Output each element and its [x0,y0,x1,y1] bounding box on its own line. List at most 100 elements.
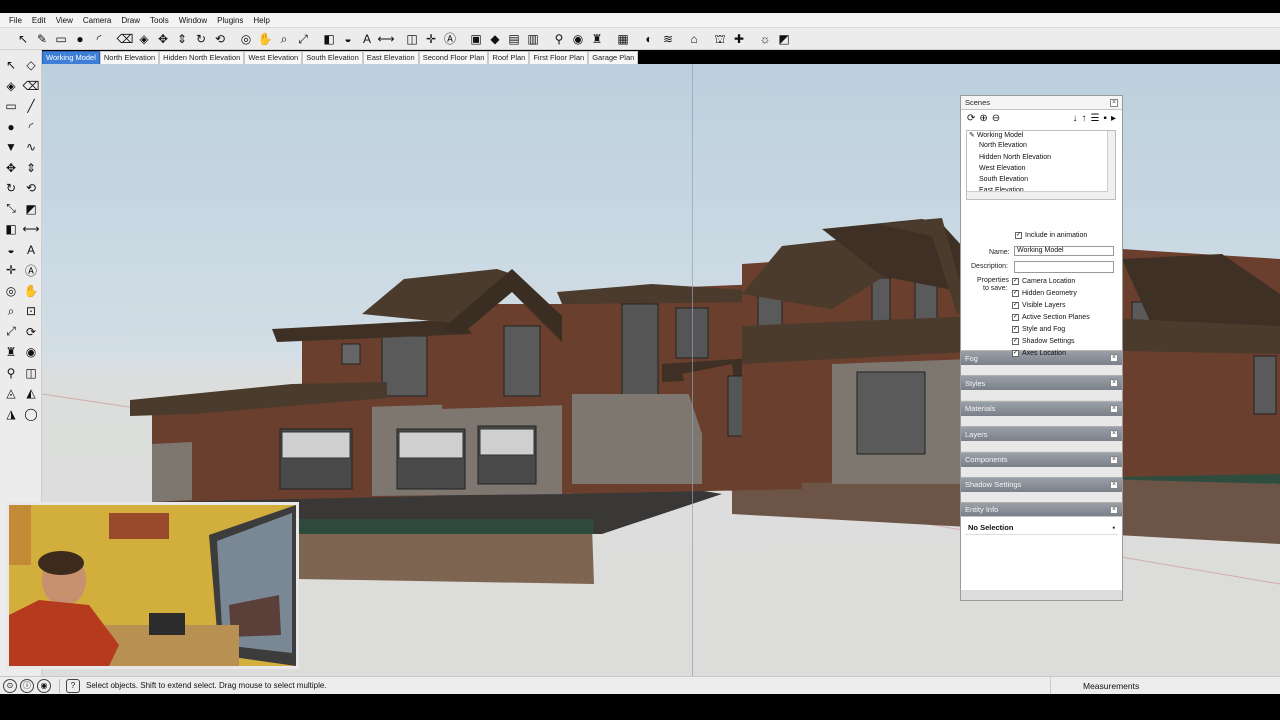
warehouse-icon[interactable]: ⛫ [711,30,729,48]
help-icon[interactable]: ? [66,678,80,693]
view-options-icon[interactable]: ☰ [1090,113,1099,124]
user-icon[interactable]: ◉ [37,678,51,693]
move-icon[interactable]: ✥ [154,30,172,48]
dimension-icon[interactable]: ⟷ [21,219,41,240]
walk-icon[interactable]: ⚲ [1,363,21,384]
pan-icon[interactable]: ✋ [21,281,41,302]
layers-panel[interactable]: Layers × [961,427,1122,453]
scene-tab-roof-plan[interactable]: Roof Plan [488,51,530,64]
eraser-icon[interactable]: ⌫ [21,76,41,97]
orbit-icon[interactable]: ◎ [237,30,255,48]
details-toggle-icon[interactable]: ▪ [1112,523,1115,532]
styles-panel[interactable]: Styles × [961,376,1122,402]
iso-view-icon[interactable]: ◆ [486,30,504,48]
scene-list-item[interactable]: West Elevation [967,165,1115,176]
select-arrow-icon[interactable]: ↖ [1,55,21,76]
sandbox-icon[interactable]: ◬ [1,383,21,404]
menu-window[interactable]: Window [174,16,212,25]
rectangle-icon[interactable]: ▭ [52,30,70,48]
styles-icons[interactable]: ▦ [614,30,632,48]
move-scene-up-icon[interactable]: ↑ [1081,113,1086,124]
materials-panel[interactable]: Materials × [961,401,1122,428]
scene-tab-north-elevation[interactable]: North Elevation [99,51,160,64]
close-icon[interactable]: × [1110,505,1118,514]
property-checkbox[interactable]: ✓ [1012,338,1019,345]
pencil-icon[interactable]: ✎ [33,30,51,48]
geo-location-icon[interactable]: ⊙ [3,678,17,693]
close-icon[interactable]: × [1110,404,1118,413]
line-icon[interactable]: ╱ [21,96,41,117]
3d-text-icon[interactable]: Ⓐ [441,30,459,48]
scene-list-item[interactable]: Hidden North Elevation [967,154,1115,165]
scene-tab-hidden-north-elevation[interactable]: Hidden North Elevation [159,51,245,64]
section-plane-icon[interactable]: ◫ [403,30,421,48]
close-icon[interactable]: × [1110,379,1118,388]
menu-file[interactable]: File [4,16,27,25]
add-scene-icon[interactable]: ⊕ [979,113,987,124]
property-checkbox[interactable]: ✓ [1012,326,1019,333]
close-icon[interactable]: × [1110,98,1118,107]
axes-icon[interactable]: ✛ [422,30,440,48]
front-view-icon[interactable]: ▥ [524,30,542,48]
fog-icon[interactable]: ≋ [659,30,677,48]
rotate-icon[interactable]: ↻ [1,178,21,199]
walk-icon[interactable]: ⚲ [550,30,568,48]
scene-tab-garage-plan[interactable]: Garage Plan [588,51,639,64]
dimension-icon[interactable]: ⟷ [377,30,395,48]
remove-scene-icon[interactable]: ⊖ [992,113,1000,124]
top-view-icon[interactable]: ▤ [505,30,523,48]
look-around-icon[interactable]: ◉ [21,342,41,363]
menu-view[interactable]: View [51,16,78,25]
shadow-icon[interactable]: ◐ [640,30,658,48]
menu-edit[interactable]: Edit [27,16,51,25]
hide-details-icon[interactable]: ▪ [1103,113,1107,124]
zoom-extents-icon[interactable]: ⤢ [1,322,21,343]
orbit-icon[interactable]: ◎ [1,281,21,302]
menu-tools[interactable]: Tools [145,16,174,25]
property-checkbox[interactable]: ✓ [1012,278,1019,285]
property-checkbox[interactable]: ✓ [1012,302,1019,309]
scene-description-field[interactable] [1014,261,1114,273]
zoom-icon[interactable]: ⌕ [275,30,293,48]
sandbox-icon[interactable]: ◩ [775,30,793,48]
text-icon[interactable]: A [21,240,41,261]
property-checkbox[interactable]: ✓ [1012,314,1019,321]
property-checkbox[interactable]: ✓ [1012,350,1019,357]
sandbox-stamp-icon[interactable]: ◮ [1,404,21,425]
tape-measure-icon[interactable]: ◧ [320,30,338,48]
scene-tab-first-floor-plan[interactable]: First Floor Plan [529,51,589,64]
sandbox-drape-icon[interactable]: ◯ [21,404,41,425]
scene-tab-working-model[interactable]: Working Model [42,51,100,64]
arc-icon[interactable]: ◜ [90,30,108,48]
tape-measure-icon[interactable]: ◧ [1,219,21,240]
paint-bucket-icon[interactable]: ◈ [1,76,21,97]
scene-list-item[interactable]: North Elevation [967,142,1115,153]
components-panel[interactable]: Components × [961,452,1122,478]
zoom-icon[interactable]: ⌕ [1,301,21,322]
scale-icon[interactable]: ⤡ [1,199,21,220]
position-camera-icon[interactable]: ♜ [1,342,21,363]
move-scene-down-icon[interactable]: ↓ [1072,113,1077,124]
eraser-icon[interactable]: ⌫ [116,30,134,48]
update-scene-icon[interactable]: ⟳ [967,113,975,124]
zoom-window-icon[interactable]: ⊡ [21,301,41,322]
scene-list-item[interactable]: South Elevation [967,176,1115,187]
follow-me-icon[interactable]: ⟲ [21,178,41,199]
property-checkbox[interactable]: ✓ [1012,290,1019,297]
look-around-icon[interactable]: ◉ [569,30,587,48]
move-icon[interactable]: ✥ [1,158,21,179]
scene-name-field[interactable]: Working Model [1014,246,1114,256]
paint-bucket-icon[interactable]: ◈ [135,30,153,48]
scene-tab-east-elevation[interactable]: East Elevation [362,51,419,64]
circle-icon[interactable]: ● [1,117,21,138]
text-icon[interactable]: A [358,30,376,48]
make-component-icon[interactable]: ◇ [21,55,41,76]
close-icon[interactable]: × [1110,455,1118,464]
protractor-icon[interactable]: ◒ [1,240,21,261]
scenes-vertical-scrollbar[interactable] [1107,131,1115,199]
zoom-extents-icon[interactable]: ⤢ [294,30,312,48]
axes-icon[interactable]: ✛ [1,260,21,281]
close-icon[interactable]: × [1110,354,1118,362]
scene-tab-south-elevation[interactable]: South Elevation [302,51,363,64]
sandbox-smoove-icon[interactable]: ◭ [21,383,41,404]
